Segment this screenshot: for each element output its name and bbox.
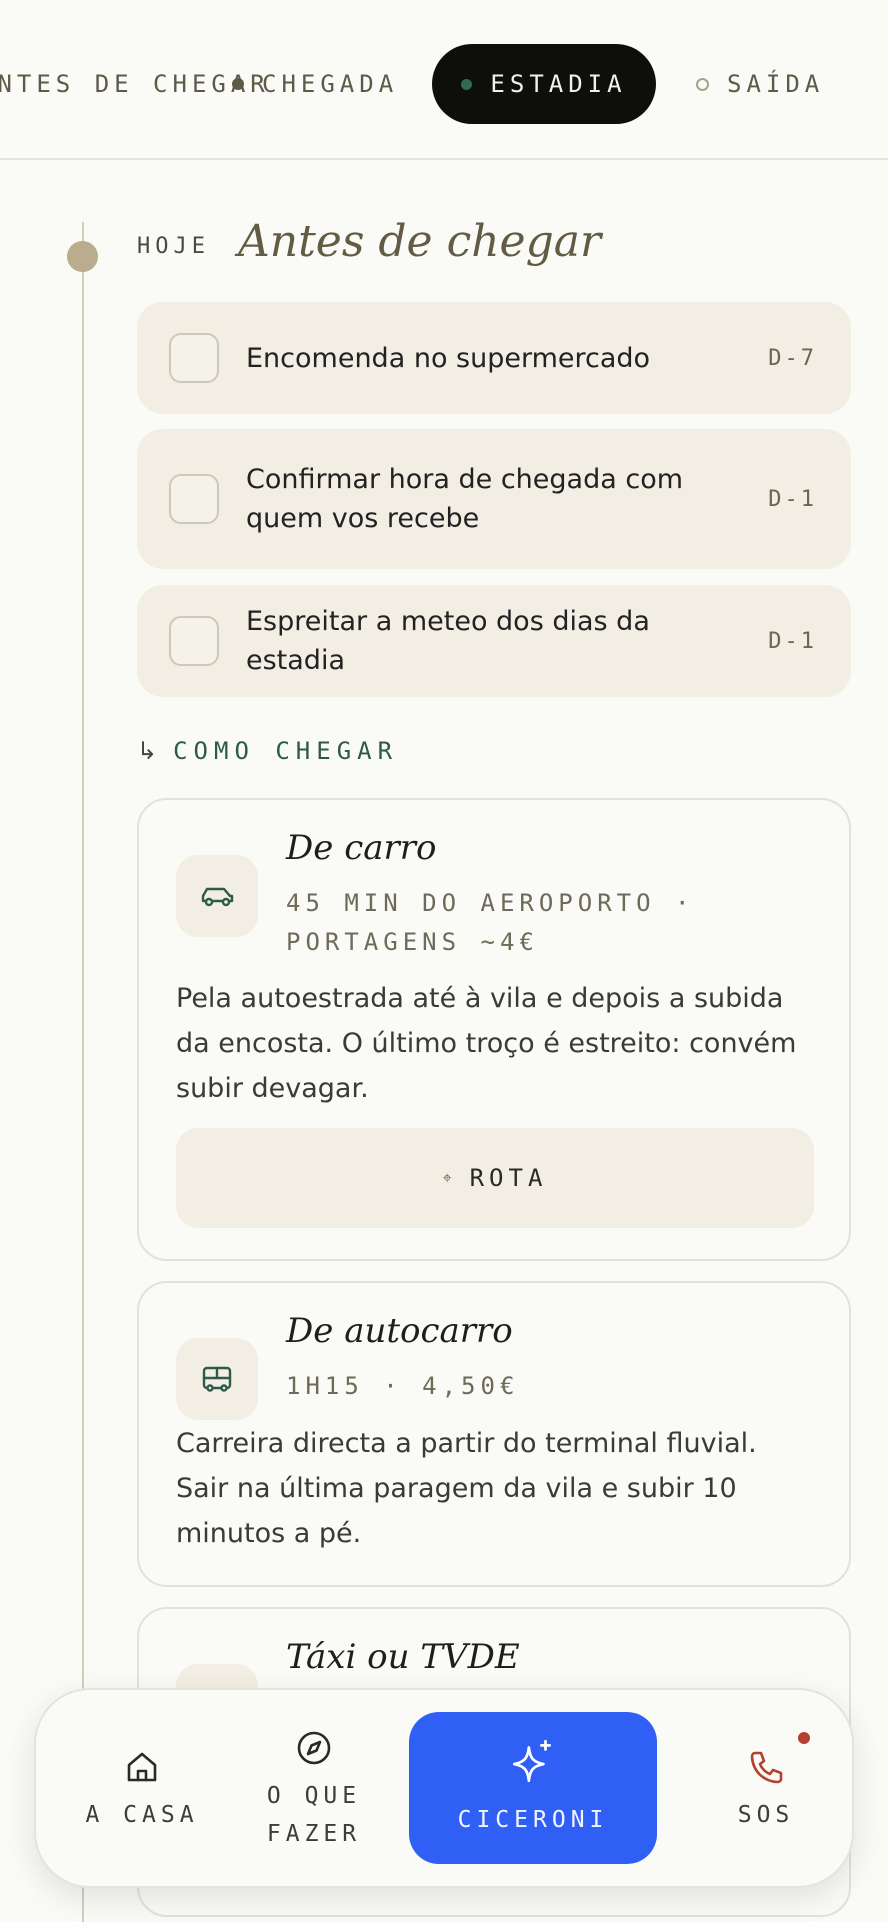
route-button-label: ROTA xyxy=(469,1164,548,1192)
tab-before-arrival[interactable]: ANTES DE CHEGAR xyxy=(0,44,270,124)
phase-tabs: ANTES DE CHEGAR CHEGADA ESTADIA SAÍDA xyxy=(0,0,888,160)
notification-dot xyxy=(798,1732,810,1744)
how-to-arrive-label: COMO CHEGAR xyxy=(173,737,399,765)
timeline-line xyxy=(82,222,84,1922)
section-title: Antes de chegar xyxy=(237,215,602,267)
bus-icon xyxy=(176,1338,258,1420)
nav-sos[interactable]: SOS xyxy=(696,1690,836,1890)
nav-what-to-do-label: O QUE FAZER xyxy=(266,1783,362,1847)
phone-icon xyxy=(750,1751,783,1784)
task-text: Encomenda no supermercado xyxy=(246,342,651,374)
task-checkbox[interactable] xyxy=(169,333,219,383)
transport-title: De autocarro xyxy=(286,1311,513,1351)
transport-card-car: De carro 45 MIN DO AEROPORTO · PORTAGENS… xyxy=(137,798,851,1261)
tab-dot-icon xyxy=(461,78,473,90)
transport-title: De carro xyxy=(286,828,437,868)
compass-icon xyxy=(297,1731,331,1765)
section-header: HOJE Antes de chegar xyxy=(137,206,601,276)
bottom-nav: A CASA O QUE FAZER CICERONI SOS xyxy=(34,1688,854,1888)
tab-dot-icon xyxy=(232,78,244,90)
task-item[interactable]: Espreitar a meteo dos dias da estadia D-… xyxy=(137,585,851,697)
today-label: HOJE xyxy=(137,233,210,259)
tab-arrival[interactable]: CHEGADA xyxy=(232,44,398,124)
task-due: D-1 xyxy=(768,628,817,654)
crosshair-icon: ⌖ xyxy=(442,1168,452,1187)
tab-label: ANTES DE CHEGAR xyxy=(0,70,270,98)
task-due: D-7 xyxy=(768,345,817,371)
tab-ring-icon xyxy=(696,77,709,91)
transport-description: Carreira directa a partir do terminal fl… xyxy=(176,1428,757,1549)
transport-card-bus: De autocarro 1H15 · 4,50€ Carreira direc… xyxy=(137,1281,851,1587)
nav-ciceroni-label: CICERONI xyxy=(457,1807,609,1833)
how-to-arrive-heading: ↳ COMO CHEGAR xyxy=(137,737,398,765)
nav-home-label: A CASA xyxy=(85,1802,199,1828)
nav-home[interactable]: A CASA xyxy=(72,1690,212,1890)
sparkle-icon xyxy=(512,1739,552,1783)
task-item[interactable]: Encomenda no supermercado D-7 xyxy=(137,302,851,414)
tab-departure[interactable]: SAÍDA xyxy=(696,44,824,124)
tab-stay[interactable]: ESTADIA xyxy=(432,44,656,124)
transport-description: Pela autoestrada até à vila e depois a s… xyxy=(176,983,797,1104)
tab-label: SAÍDA xyxy=(727,70,825,98)
transport-title: Táxi ou TVDE xyxy=(286,1637,520,1677)
transport-meta: 45 MIN DO AEROPORTO · PORTAGENS ~4€ xyxy=(286,889,695,956)
nav-sos-label: SOS xyxy=(737,1802,795,1828)
return-arrow-icon: ↳ xyxy=(137,737,158,765)
car-icon xyxy=(176,855,258,937)
timeline-node xyxy=(67,241,98,272)
task-due: D-1 xyxy=(768,486,817,512)
task-text: Espreitar a meteo dos dias da estadia xyxy=(246,606,650,676)
task-checkbox[interactable] xyxy=(169,474,219,524)
home-icon xyxy=(127,1752,157,1782)
tab-label: ESTADIA xyxy=(490,70,627,98)
route-button[interactable]: ⌖ ROTA xyxy=(176,1128,814,1228)
task-item[interactable]: Confirmar hora de chegada com quem vos r… xyxy=(137,429,851,569)
nav-what-to-do[interactable]: O QUE FAZER xyxy=(244,1690,384,1890)
task-checkbox[interactable] xyxy=(169,616,219,666)
tab-label: CHEGADA xyxy=(262,70,399,98)
task-text: Confirmar hora de chegada com quem vos r… xyxy=(246,464,684,534)
nav-ciceroni-button[interactable]: CICERONI xyxy=(409,1712,657,1864)
transport-meta: 1H15 · 4,50€ xyxy=(286,1372,520,1400)
